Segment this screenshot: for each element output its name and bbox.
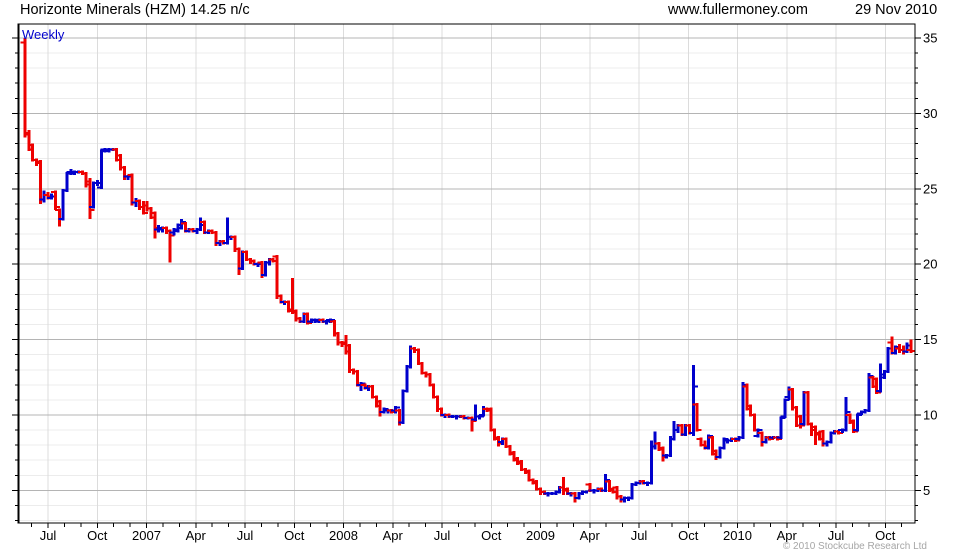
x-axis-label: Apr [580,528,601,543]
y-axis-label: 35 [923,31,937,46]
x-axis-label: Jul [237,528,254,543]
copyright-notice: © 2010 Stockcube Research Ltd [782,541,927,552]
y-axis-label: 20 [923,257,937,272]
x-axis-label: 2008 [329,528,358,543]
y-axis-label: 30 [923,106,937,121]
x-axis-label: Oct [284,528,305,543]
x-axis-label: Oct [678,528,699,543]
x-axis-label: 2010 [723,528,752,543]
x-axis-label: Apr [186,528,207,543]
x-axis-label: 2009 [526,528,555,543]
x-axis-label: Oct [481,528,502,543]
x-axis-label: Jul [631,528,648,543]
x-axis-label: Oct [87,528,108,543]
y-axis-label: 5 [923,483,930,498]
x-axis-label: 2007 [132,528,161,543]
x-axis-label: Apr [383,528,404,543]
frequency-label: Weekly [22,27,65,42]
price-chart-svg: 35 30 25 20 15 10 5 Jul Oct 2007 Apr Jul Oct 2008 Apr J… [12,23,937,543]
x-axis-label: Jul [40,528,57,543]
y-axis-label: 25 [923,181,937,196]
y-axis-label: 15 [923,332,937,347]
y-axis-label: 10 [923,408,937,423]
x-axis-label: Jul [434,528,451,543]
